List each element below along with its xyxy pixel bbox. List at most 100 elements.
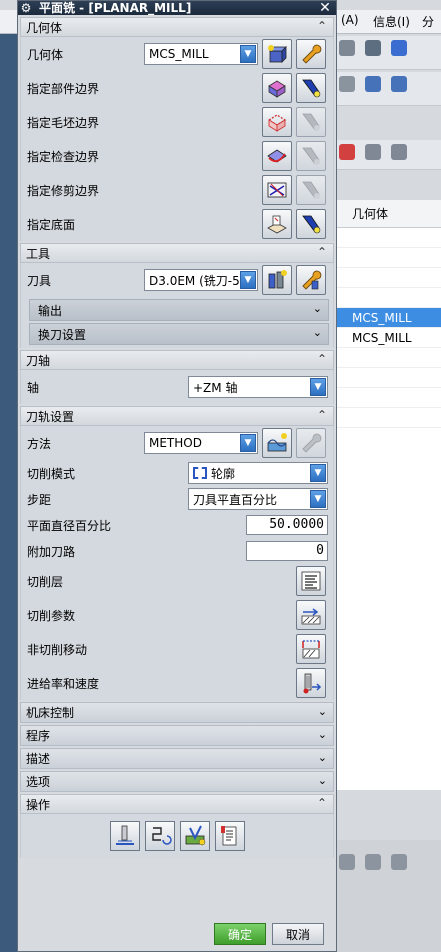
table-row[interactable] xyxy=(336,268,441,288)
chevron-down-icon[interactable]: ⌄ xyxy=(318,705,327,718)
section-machine-control[interactable]: 机床控制 ⌄ xyxy=(20,702,334,723)
chevron-up-icon[interactable]: ⌃ xyxy=(317,245,327,259)
axis-select[interactable]: +ZM 轴 ▼ xyxy=(188,376,328,398)
floor-plane-icon xyxy=(267,215,287,234)
table-row[interactable] xyxy=(336,248,441,268)
ok-button[interactable]: 确定 xyxy=(214,923,266,945)
toolbar-icon[interactable] xyxy=(390,854,407,870)
chevron-down-icon[interactable]: ⌄ xyxy=(318,774,327,787)
chevron-down-icon[interactable]: ▼ xyxy=(240,271,256,289)
replay-button[interactable] xyxy=(144,821,175,851)
output-subgroup[interactable]: 输出 ⌄ xyxy=(29,299,329,321)
table-row[interactable] xyxy=(336,228,441,248)
wrench-icon xyxy=(302,433,322,453)
cut-levels-button[interactable] xyxy=(296,566,326,596)
chevron-down-icon[interactable]: ⌄ xyxy=(318,728,327,741)
toolbar-icon[interactable] xyxy=(364,854,381,870)
display-check-boundary-button[interactable] xyxy=(296,141,326,171)
cancel-button[interactable]: 取消 xyxy=(272,923,324,945)
toolbar-icon[interactable] xyxy=(364,76,381,92)
tool-change-subgroup[interactable]: 换刀设置 ⌄ xyxy=(29,323,329,345)
select-blank-boundary-button[interactable] xyxy=(262,107,292,137)
section-header-geometry[interactable]: 几何体 ⌃ xyxy=(20,17,334,37)
toolbar-icon[interactable] xyxy=(364,144,381,160)
chevron-up-icon[interactable]: ⌃ xyxy=(317,352,327,366)
chevron-down-icon[interactable]: ⌄ xyxy=(313,326,322,339)
chevron-down-icon[interactable]: ▼ xyxy=(240,45,256,63)
table-row[interactable] xyxy=(336,348,441,368)
new-method-button[interactable] xyxy=(262,428,292,458)
chevron-up-icon[interactable]: ⌃ xyxy=(317,408,327,422)
section-options[interactable]: 选项 ⌄ xyxy=(20,771,334,792)
display-trim-boundary-button[interactable] xyxy=(296,175,326,205)
select-check-boundary-button[interactable] xyxy=(262,141,292,171)
chevron-up-icon[interactable]: ⌃ xyxy=(317,796,327,810)
edit-geometry-button[interactable] xyxy=(296,39,326,69)
chevron-down-icon[interactable]: ▼ xyxy=(310,378,326,396)
edit-tool-button[interactable] xyxy=(296,265,326,295)
table-row[interactable] xyxy=(336,408,441,428)
chevron-down-icon[interactable]: ▼ xyxy=(310,490,326,508)
table-row-selected[interactable]: MCS_MILL xyxy=(336,308,441,328)
table-row[interactable] xyxy=(336,288,441,308)
chevron-up-icon[interactable]: ⌃ xyxy=(317,19,327,33)
section-program[interactable]: 程序 ⌄ xyxy=(20,725,334,746)
background-left-resource-bar xyxy=(0,34,17,952)
section-body-tool-axis: 轴 +ZM 轴 ▼ xyxy=(20,370,334,404)
display-blank-boundary-button[interactable] xyxy=(296,107,326,137)
section-description[interactable]: 描述 ⌄ xyxy=(20,748,334,769)
close-icon[interactable]: ✕ xyxy=(317,0,333,16)
cut-params-label: 切削参数 xyxy=(27,608,76,623)
gear-icon[interactable]: ⚙ xyxy=(19,1,33,15)
chevron-down-icon[interactable]: ▼ xyxy=(240,434,256,452)
cut-levels-icon xyxy=(301,571,321,591)
cut-pattern-row: 切削模式 轮廓 ▼ xyxy=(21,460,333,486)
feeds-speeds-button[interactable] xyxy=(296,668,326,698)
cut-pattern-select[interactable]: 轮廓 ▼ xyxy=(188,462,328,484)
tool-select[interactable]: D3.0EM (铣刀-5 ▼ xyxy=(144,269,258,291)
list-button[interactable] xyxy=(214,821,245,851)
background-menu-a[interactable]: (A) xyxy=(341,13,359,27)
flat-diameter-input[interactable]: 50.0000 xyxy=(246,515,328,535)
select-trim-boundary-button[interactable] xyxy=(262,175,292,205)
geometry-select[interactable]: MCS_MILL ▼ xyxy=(144,43,258,65)
background-menu-analysis[interactable]: 分 xyxy=(422,13,434,30)
dialog-title-bar[interactable]: ⚙ 平面铣 - [PLANAR_MILL] ✕ xyxy=(18,0,336,16)
toolbar-icon[interactable] xyxy=(364,40,381,56)
additional-passes-input[interactable]: 0 xyxy=(246,541,328,561)
method-select[interactable]: METHOD ▼ xyxy=(144,432,258,454)
display-floor-button[interactable] xyxy=(296,209,326,239)
chevron-down-icon[interactable]: ▼ xyxy=(310,464,326,482)
chevron-down-icon[interactable]: ⌄ xyxy=(313,302,322,315)
section-header-tool-axis[interactable]: 刀轴 ⌃ xyxy=(20,350,334,370)
select-part-boundary-button[interactable] xyxy=(262,73,292,103)
edit-method-button[interactable] xyxy=(296,428,326,458)
toolbar-icon[interactable] xyxy=(339,144,355,160)
toolbar-icon[interactable] xyxy=(339,76,355,92)
toolbar-icon[interactable] xyxy=(390,76,407,92)
noncut-moves-button[interactable] xyxy=(296,634,326,664)
section-header-actions[interactable]: 操作 ⌃ xyxy=(20,794,334,814)
new-tool-button[interactable] xyxy=(262,265,292,295)
section-header-tool[interactable]: 工具 ⌃ xyxy=(20,243,334,263)
verify-button[interactable] xyxy=(179,821,210,851)
table-row[interactable] xyxy=(336,368,441,388)
method-label: 方法 xyxy=(27,436,52,451)
toolbar-icon[interactable] xyxy=(390,144,407,160)
background-menu-info[interactable]: 信息(I) xyxy=(373,13,410,30)
select-floor-button[interactable] xyxy=(262,209,292,239)
generate-button[interactable] xyxy=(109,821,140,851)
toolbar-icon[interactable] xyxy=(339,40,355,56)
chevron-down-icon[interactable]: ⌄ xyxy=(318,751,327,764)
new-geometry-button[interactable] xyxy=(262,39,292,69)
specify-blank-boundary-row: 指定毛坯边界 xyxy=(21,105,333,139)
toolbar-icon[interactable] xyxy=(390,40,407,56)
toolbar-icon[interactable] xyxy=(339,854,355,870)
display-part-boundary-button[interactable] xyxy=(296,73,326,103)
table-row[interactable] xyxy=(336,388,441,408)
stepover-select[interactable]: 刀具平直百分比 ▼ xyxy=(188,488,328,510)
table-header-geometry[interactable]: 几何体 xyxy=(336,200,441,228)
cut-params-button[interactable] xyxy=(296,600,326,630)
table-row[interactable]: MCS_MILL xyxy=(336,328,441,348)
section-header-path-settings[interactable]: 刀轨设置 ⌃ xyxy=(20,406,334,426)
